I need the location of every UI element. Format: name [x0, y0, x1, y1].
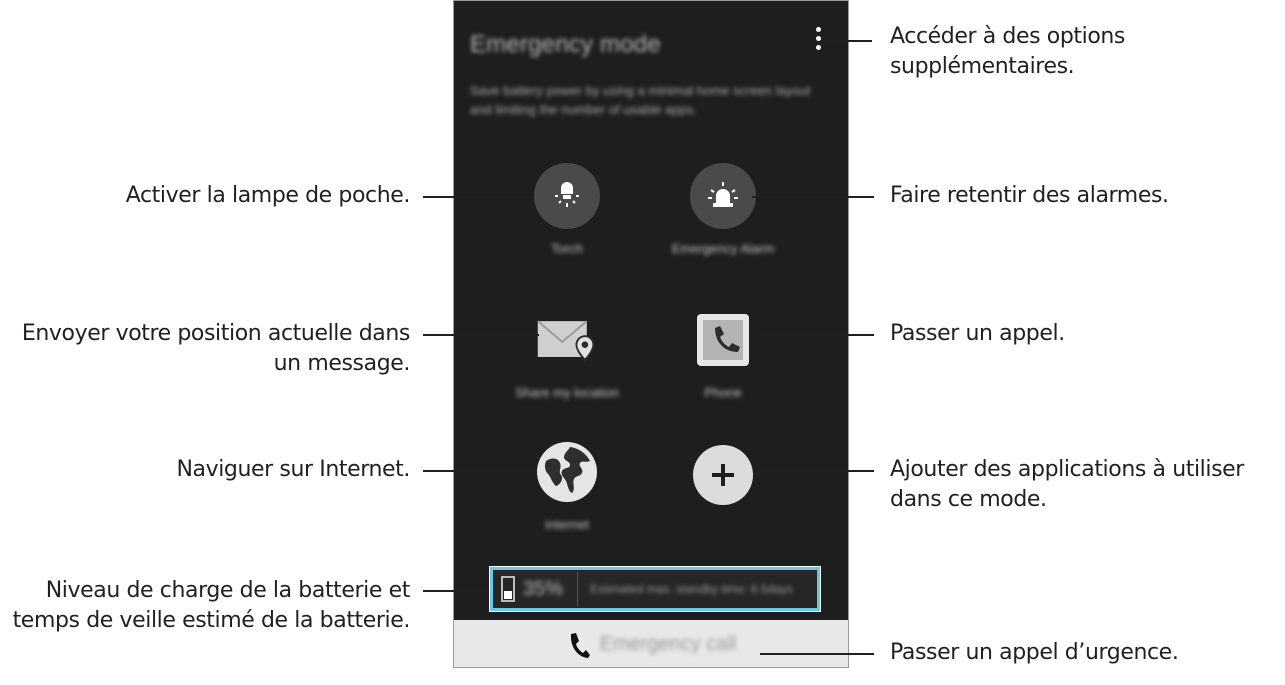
phone-label: Phone — [704, 385, 742, 400]
battery-divider — [577, 572, 579, 606]
share-location-app[interactable]: Share my location — [502, 307, 632, 401]
screen-title: Emergency mode — [470, 31, 661, 58]
phone-handset-icon — [570, 632, 590, 658]
phone-app[interactable]: Phone — [658, 307, 788, 401]
callout-line-more-options — [822, 40, 872, 42]
emergency-call-button[interactable]: Emergency call — [454, 620, 848, 667]
emergency-call-label: Emergency call — [599, 633, 737, 655]
add-icon — [693, 445, 753, 505]
callout-phone: Passer un appel. — [890, 321, 1065, 346]
globe-icon — [534, 439, 600, 505]
callout-battery: Niveau de charge de la batterie et temps… — [12, 578, 411, 633]
share-location-label: Share my location — [514, 385, 620, 400]
screen-description: Save battery power by using a minimal ho… — [470, 83, 811, 117]
phone-app-icon — [690, 307, 756, 373]
add-app-button[interactable] — [658, 439, 788, 505]
torch-label: Torch — [551, 241, 583, 256]
callout-line-alarm — [752, 196, 874, 198]
battery-status: 35% Estimated max. standby time: 6.5days — [489, 566, 821, 612]
callout-internet: Naviguer sur Internet. — [176, 457, 410, 482]
standby-estimate: Estimated max. standby time: 6.5days — [590, 582, 793, 596]
torch-app[interactable]: Torch — [502, 163, 632, 257]
alarm-icon — [690, 163, 756, 229]
battery-icon — [501, 576, 515, 602]
internet-app[interactable]: Internet — [502, 439, 632, 533]
callout-add-apps: Ajouter des applications à utiliser dans… — [890, 457, 1244, 512]
share-location-icon — [534, 307, 600, 373]
internet-label: Internet — [544, 517, 590, 532]
callout-line-share-location — [423, 334, 539, 336]
callout-line-add-apps — [756, 470, 874, 472]
alarm-label: Emergency Alarm — [671, 241, 775, 256]
torch-icon — [534, 163, 600, 229]
callout-torch: Activer la lampe de poche. — [125, 183, 411, 208]
callout-more-options: Accéder à des options supplémentaires. — [890, 24, 1125, 79]
emergency-alarm-app[interactable]: Emergency Alarm — [658, 163, 788, 257]
callout-line-emergency-call — [760, 653, 874, 655]
callout-emergency-call: Passer un appel d’urgence. — [890, 640, 1179, 665]
callout-alarm: Faire retentir des alarmes. — [890, 183, 1169, 208]
battery-percent: 35% — [523, 577, 564, 600]
callout-line-battery — [423, 590, 489, 592]
callout-line-internet — [423, 470, 535, 472]
callout-share-location: Envoyer votre position actuelle dans un … — [21, 321, 411, 376]
callout-line-phone — [758, 334, 874, 336]
callout-line-torch — [423, 196, 533, 198]
